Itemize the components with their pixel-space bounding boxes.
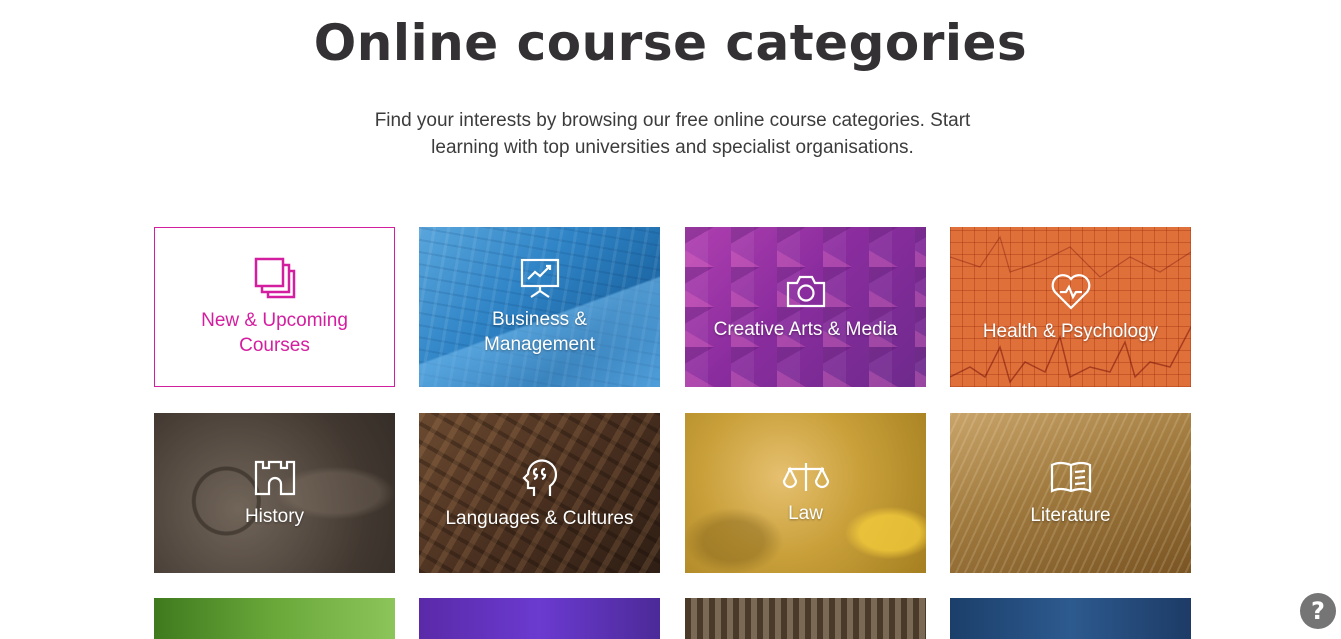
scales-icon (782, 462, 829, 491)
heart-pulse-icon (1051, 273, 1090, 310)
category-label: Business & Management (484, 309, 595, 355)
speech-head-icon (521, 458, 557, 496)
page-title: Online course categories (313, 14, 1028, 72)
open-book-icon (1050, 461, 1091, 493)
category-label: History (244, 505, 305, 527)
category-label: New & Upcoming Courses (201, 310, 348, 356)
category-tile-partial[interactable] (685, 598, 926, 639)
category-label: Creative Arts & Media (713, 318, 898, 340)
category-tile-business-management[interactable]: Business & Management (419, 227, 660, 387)
presentation-board-icon (520, 258, 559, 298)
category-label: Law (788, 502, 823, 524)
help-icon: ? (1311, 597, 1325, 625)
castle-icon (254, 460, 295, 495)
category-tile-languages-cultures[interactable]: Languages & Cultures (419, 413, 660, 573)
category-tile-health-psychology[interactable]: Health & Psychology (950, 227, 1191, 387)
category-label: Literature (1030, 504, 1111, 526)
category-label: Languages & Cultures (445, 507, 634, 529)
category-tile-partial[interactable] (419, 598, 660, 639)
category-tile-partial[interactable] (950, 598, 1191, 639)
category-tile-history[interactable]: History (154, 413, 395, 573)
category-tile-partial[interactable] (154, 598, 395, 639)
stacked-squares-icon (254, 257, 295, 299)
category-label: Health & Psychology (982, 320, 1159, 342)
help-button[interactable]: ? (1300, 593, 1336, 629)
category-tile-literature[interactable]: Literature (950, 413, 1191, 573)
category-tile-law[interactable]: Law (685, 413, 926, 573)
category-tile-new-upcoming[interactable]: New & Upcoming Courses (154, 227, 395, 387)
page-intro: Find your interests by browsing our free… (374, 110, 971, 158)
camera-icon (786, 275, 825, 307)
category-tile-creative-arts-media[interactable]: Creative Arts & Media (685, 227, 926, 387)
